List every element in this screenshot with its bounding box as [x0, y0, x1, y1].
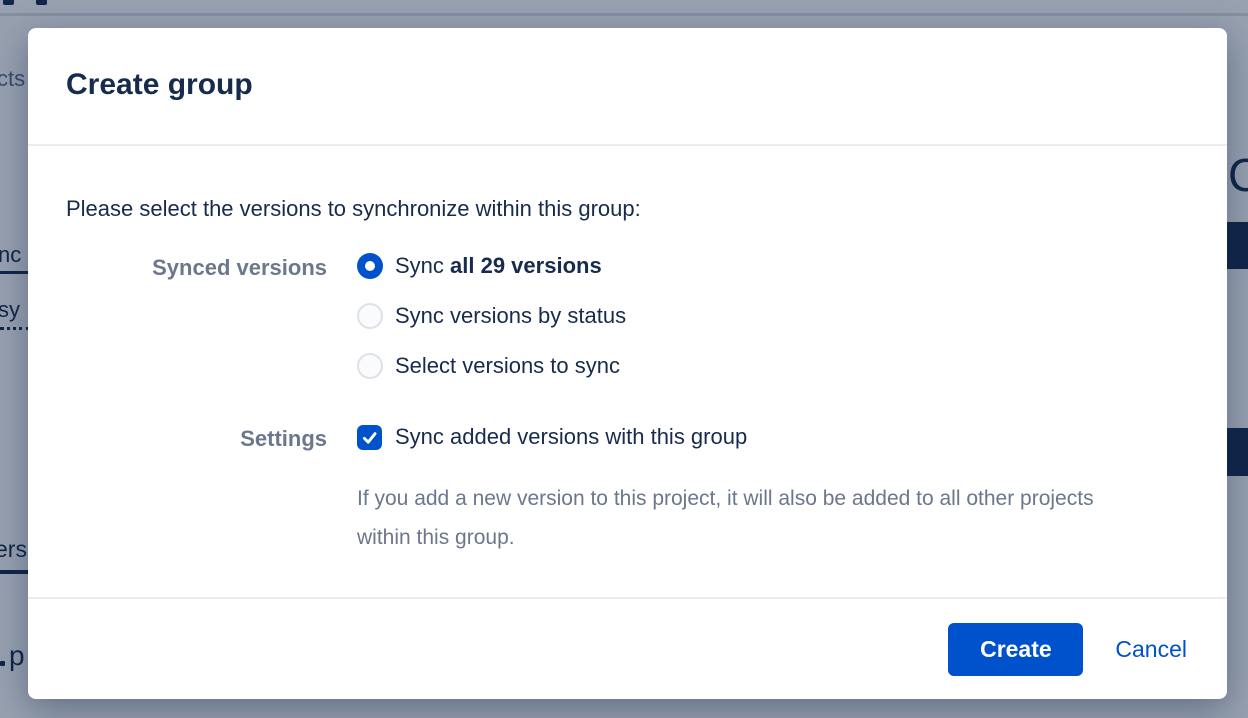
checkbox-checked-icon[interactable] — [357, 425, 382, 450]
sync-added-versions-option[interactable]: Sync added versions with this group — [357, 424, 747, 450]
radio-option-sync-by-status[interactable]: Sync versions by status — [357, 303, 626, 329]
radio-checked-icon[interactable] — [357, 253, 383, 279]
radio-unchecked-icon[interactable] — [357, 353, 383, 379]
synced-versions-radio-group: Sync all 29 versions Sync versions by st… — [357, 253, 626, 379]
modal-title: Create group — [66, 68, 1227, 102]
settings-description: If you add a new version to this project… — [357, 479, 1112, 557]
settings-controls: Sync added versions with this group — [357, 424, 747, 450]
radio-option-label[interactable]: Select versions to sync — [395, 353, 620, 379]
radio-unchecked-icon[interactable] — [357, 303, 383, 329]
synced-versions-row: Synced versions Sync all 29 versions Syn… — [66, 253, 1227, 379]
radio-label-bold: all 29 versions — [450, 253, 602, 278]
radio-option-sync-all[interactable]: Sync all 29 versions — [357, 253, 626, 279]
modal-body: Please select the versions to synchroniz… — [28, 196, 1227, 557]
modal-header: Create group — [28, 28, 1227, 146]
intro-text: Please select the versions to synchroniz… — [66, 196, 1227, 222]
synced-versions-label: Synced versions — [66, 253, 327, 281]
modal-footer: Create Cancel — [28, 597, 1227, 699]
radio-label-prefix: Sync — [395, 253, 450, 278]
radio-option-label[interactable]: Sync versions by status — [395, 303, 626, 329]
radio-option-select-versions[interactable]: Select versions to sync — [357, 353, 626, 379]
create-button[interactable]: Create — [948, 623, 1083, 676]
cancel-button[interactable]: Cancel — [1115, 636, 1187, 663]
settings-label: Settings — [66, 424, 327, 452]
checkbox-label[interactable]: Sync added versions with this group — [395, 424, 747, 450]
checkmark-icon — [361, 429, 378, 446]
radio-option-label[interactable]: Sync all 29 versions — [395, 253, 602, 279]
create-group-modal: Create group Please select the versions … — [28, 28, 1227, 699]
settings-row: Settings Sync added versions with this g… — [66, 424, 1227, 452]
